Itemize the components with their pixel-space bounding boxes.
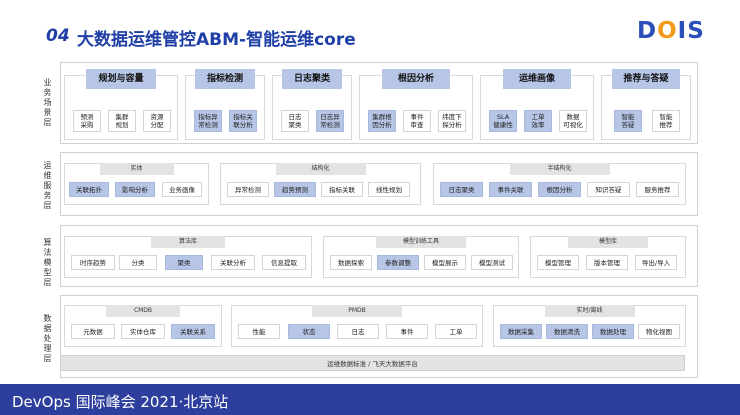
algorithm-item: 版本管理	[586, 255, 628, 270]
data-item: 数据处理	[592, 324, 634, 339]
group-subtitle: 半结构化	[509, 163, 610, 175]
group-recommend: 推荐与答疑 智能 答疑 智能 推荐	[601, 69, 691, 140]
scenario-item: 智能 答疑	[614, 110, 642, 132]
data-item: 物化视图	[638, 324, 680, 339]
data-item: 数据采集	[500, 324, 542, 339]
group-title: 指标检测	[195, 69, 255, 89]
service-item: 异常检测	[227, 182, 269, 197]
data-item: 实体仓库	[121, 324, 165, 339]
scenario-item: 集群 规划	[108, 110, 136, 132]
group-title: 运维画像	[503, 69, 571, 89]
group-subtitle: 模型训练工具	[376, 236, 466, 248]
algorithm-item: 时序趋势	[71, 255, 115, 270]
group-pmdb: PMDB 性能 状态 日志 事件 工单	[231, 305, 483, 347]
scenario-item: 集群根 因分析	[368, 110, 396, 132]
data-item: 工单	[435, 324, 477, 339]
scenario-item: 日志异 常检测	[316, 110, 344, 132]
data-item: 状态	[288, 324, 330, 339]
layer-label-business: 业务场景层	[43, 78, 52, 127]
scenario-item: 资源 分配	[143, 110, 171, 132]
service-item: 业务画像	[162, 182, 202, 197]
group-algorithm-lib: 算法库 时序趋势 分类 聚类 关联分析 信息提取	[64, 236, 312, 278]
service-item: 趋势预测	[274, 182, 316, 197]
group-title: 日志聚类	[282, 69, 342, 89]
business-layer: 规划与容量 预测 采购 集群 规划 资源 分配 指标检测 指标异 常检测 指标关…	[60, 62, 698, 144]
group-structured: 结构化 异常检测 趋势预测 指标关联 线性规划	[220, 163, 421, 205]
data-item: 关联关系	[171, 324, 215, 339]
dois-logo: DOIS	[637, 18, 705, 44]
section-number: 04	[46, 26, 70, 46]
group-capacity: 规划与容量 预测 采购 集群 规划 资源 分配	[64, 69, 178, 140]
service-item: 服务推荐	[636, 182, 679, 197]
group-subtitle: 实体	[99, 163, 174, 175]
scenario-item: 指标关 联分析	[229, 110, 257, 132]
scenario-item: 预测 采购	[73, 110, 101, 132]
group-semi-structured: 半结构化 日志聚类 事件关联 根因分析 知识答疑 服务推荐	[433, 163, 686, 205]
algorithm-item: 分类	[119, 255, 157, 270]
algorithm-item: 数据探索	[330, 255, 372, 270]
group-title: 推荐与答疑	[612, 69, 680, 89]
algorithm-item: 关联分析	[211, 255, 255, 270]
algorithm-item: 聚类	[165, 255, 203, 270]
layer-label-service: 运维服务层	[43, 161, 52, 210]
group-log-cluster: 日志聚类 日志 聚类 日志异 常检测	[272, 69, 352, 140]
layer-label-data: 数据处理层	[43, 314, 52, 363]
scenario-item: 智能 推荐	[652, 110, 680, 132]
algorithm-item: 模型展示	[424, 255, 466, 270]
layer-label-algorithm: 算法模型层	[43, 238, 52, 287]
service-item: 根因分析	[538, 182, 581, 197]
group-subtitle: PMDB	[312, 305, 402, 317]
data-item: 数据清洗	[546, 324, 588, 339]
algorithm-item: 信息提取	[262, 255, 306, 270]
group-subtitle: CMDB	[106, 305, 180, 317]
service-item: 线性规划	[368, 182, 410, 197]
group-metric-detect: 指标检测 指标异 常检测 指标关 联分析	[185, 69, 265, 140]
algorithm-item: 模型测试	[471, 255, 513, 270]
platform-bar: 运维数据标准 / 飞天大数据平台	[60, 355, 685, 371]
group-entity: 实体 关联拓扑 影响分析 业务画像	[64, 163, 209, 205]
scenario-item: 数据 可视化	[559, 110, 587, 132]
service-layer: 实体 关联拓扑 影响分析 业务画像 结构化 异常检测 趋势预测 指标关联 线性规…	[60, 152, 698, 216]
group-realtime-offline: 实时/离线 数据采集 数据清洗 数据处理 物化视图	[493, 305, 686, 347]
group-cmdb: CMDB 元数据 实体仓库 关联关系	[64, 305, 222, 347]
scenario-item: 指标异 常检测	[194, 110, 222, 132]
service-item: 事件关联	[489, 182, 532, 197]
service-item: 指标关联	[321, 182, 363, 197]
service-item: 影响分析	[115, 182, 155, 197]
data-item: 日志	[337, 324, 379, 339]
service-item: 知识答疑	[587, 182, 630, 197]
algorithm-layer: 算法库 时序趋势 分类 聚类 关联分析 信息提取 模型训练工具 数据探索 参数调…	[60, 225, 698, 287]
footer-text: DevOps 国际峰会 2021·北京站	[12, 393, 229, 411]
scenario-item: 工单 效率	[524, 110, 552, 132]
footer-bar: DevOps 国际峰会 2021·北京站	[0, 384, 740, 415]
group-subtitle: 算法库	[151, 236, 225, 248]
scenario-item: 日志 聚类	[281, 110, 309, 132]
group-subtitle: 结构化	[275, 163, 366, 175]
group-root-cause: 根因分析 集群根 因分析 事件 审查 纬度下 探分析	[359, 69, 473, 140]
service-item: 关联拓扑	[69, 182, 109, 197]
scenario-item: 纬度下 探分析	[438, 110, 466, 132]
group-model-lib: 模型库 模型管理 版本管理 导出/导入	[530, 236, 686, 278]
scenario-item: 事件 审查	[403, 110, 431, 132]
group-subtitle: 模型库	[568, 236, 648, 248]
group-ops-profile: 运维画像 SLA 健康性 工单 效率 数据 可视化	[480, 69, 594, 140]
scenario-item: SLA 健康性	[489, 110, 517, 132]
data-item: 元数据	[71, 324, 115, 339]
page-title: 大数据运维管控ABM-智能运维core	[77, 30, 356, 50]
service-item: 日志聚类	[440, 182, 483, 197]
group-subtitle: 实时/离线	[544, 305, 635, 317]
algorithm-item: 导出/导入	[635, 255, 677, 270]
group-title: 规划与容量	[86, 69, 156, 89]
algorithm-item: 参数调整	[377, 255, 419, 270]
group-training-tools: 模型训练工具 数据探索 参数调整 模型展示 模型测试	[323, 236, 519, 278]
data-item: 性能	[238, 324, 280, 339]
data-item: 事件	[386, 324, 428, 339]
algorithm-item: 模型管理	[537, 255, 579, 270]
group-title: 根因分析	[382, 69, 450, 89]
